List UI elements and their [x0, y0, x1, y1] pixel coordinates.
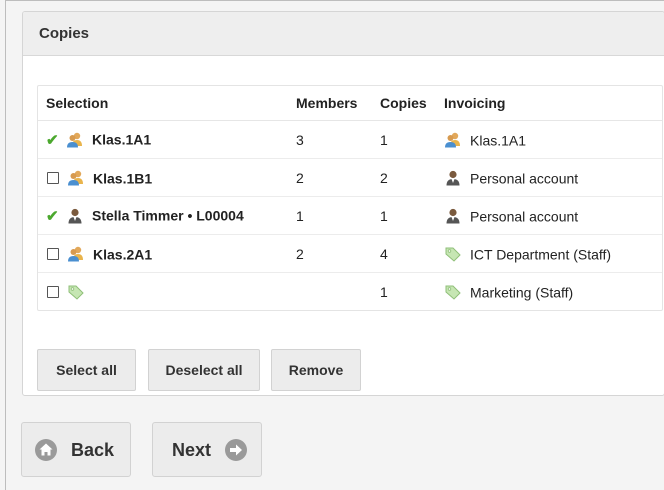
selection-cell[interactable]	[38, 273, 288, 311]
selection-cell[interactable]: Klas.2A1	[38, 234, 288, 273]
user-icon	[446, 209, 460, 224]
copies-table-container: Selection Members Copies Invoicing ✔ Klas…	[37, 85, 663, 311]
tag-icon	[445, 247, 461, 262]
invoicing-cell: Klas.1A1	[436, 120, 662, 159]
header-invoicing: Invoicing	[436, 86, 662, 121]
copies-panel: Copies Selection Members Copies Invoicin…	[22, 11, 664, 396]
group-icon	[445, 132, 460, 148]
header-members: Members	[288, 86, 372, 121]
deselect-all-button[interactable]: Deselect all	[148, 349, 260, 391]
group-icon	[67, 132, 82, 148]
checkbox[interactable]	[47, 286, 59, 299]
back-label: Back	[71, 439, 115, 460]
invoicing-label: Personal account	[470, 170, 579, 187]
invoicing-label: Personal account	[470, 208, 579, 225]
user-icon	[446, 171, 460, 186]
next-label: Next	[172, 439, 212, 460]
row-name: Klas.1A1	[92, 131, 152, 148]
row-name: Stella Timmer • L00004	[92, 207, 244, 224]
user-icon	[68, 208, 82, 224]
copies-cell: 2	[372, 158, 436, 197]
select-all-button[interactable]: Select all	[37, 349, 136, 391]
selection-cell[interactable]: ✔ Stella Timmer • L00004	[38, 196, 288, 235]
table-body: ✔ Klas.1A1 3 1 Klas.1A1 Klas.1B1 2 2 Pers…	[38, 120, 662, 311]
table-header-row: Selection Members Copies Invoicing	[38, 86, 662, 121]
table-row[interactable]: ✔ Stella Timmer • L00004 1 1 Personal acc…	[38, 196, 662, 235]
copies-cell: 1	[372, 196, 436, 235]
back-button[interactable]: Back	[21, 422, 131, 477]
members-cell: 2	[288, 234, 372, 273]
invoicing-cell: Marketing (Staff)	[436, 273, 662, 311]
group-icon	[68, 246, 83, 262]
selection-cell[interactable]: Klas.1B1	[38, 158, 288, 197]
invoicing-label: Marketing (Staff)	[470, 284, 574, 301]
invoicing-label: ICT Department (Staff)	[470, 246, 612, 263]
next-button[interactable]: Next	[152, 422, 262, 477]
checkmark-icon[interactable]: ✔	[46, 131, 60, 149]
panel-title: Copies	[23, 12, 664, 56]
table-row[interactable]: ✔ Klas.1A1 3 1 Klas.1A1	[38, 120, 662, 159]
header-selection: Selection	[38, 86, 288, 121]
home-icon	[35, 439, 57, 462]
invoicing-cell: ICT Department (Staff)	[436, 234, 662, 273]
tag-icon	[68, 285, 84, 300]
invoicing-cell: Personal account	[436, 196, 662, 235]
checkbox[interactable]	[47, 172, 59, 185]
invoicing-cell: Personal account	[436, 158, 662, 197]
group-icon	[68, 170, 83, 186]
copies-table: Selection Members Copies Invoicing ✔ Klas…	[38, 86, 662, 310]
arrow-right-icon	[225, 439, 248, 462]
table-row[interactable]: Klas.1B1 2 2 Personal account	[38, 158, 662, 197]
row-name: Klas.1B1	[93, 170, 153, 187]
members-cell: 3	[288, 120, 372, 159]
remove-button[interactable]: Remove	[271, 349, 361, 391]
copies-page: Copies Selection Members Copies Invoicin…	[5, 0, 664, 490]
members-cell	[288, 273, 372, 311]
copies-cell: 1	[372, 120, 436, 159]
invoicing-label: Klas.1A1	[470, 132, 527, 149]
members-cell: 1	[288, 196, 372, 235]
copies-cell: 4	[372, 234, 436, 273]
checkmark-icon[interactable]: ✔	[46, 207, 60, 225]
table-row[interactable]: Klas.2A1 2 4 ICT Department (Staff)	[38, 234, 662, 273]
selection-cell[interactable]: ✔ Klas.1A1	[38, 120, 288, 159]
table-row[interactable]: 1 Marketing (Staff)	[38, 273, 662, 311]
tag-icon	[445, 285, 461, 300]
copies-cell: 1	[380, 283, 388, 300]
checkbox[interactable]	[47, 248, 59, 261]
members-cell: 2	[288, 158, 372, 197]
row-name: Klas.2A1	[93, 246, 153, 263]
header-copies: Copies	[372, 86, 436, 121]
